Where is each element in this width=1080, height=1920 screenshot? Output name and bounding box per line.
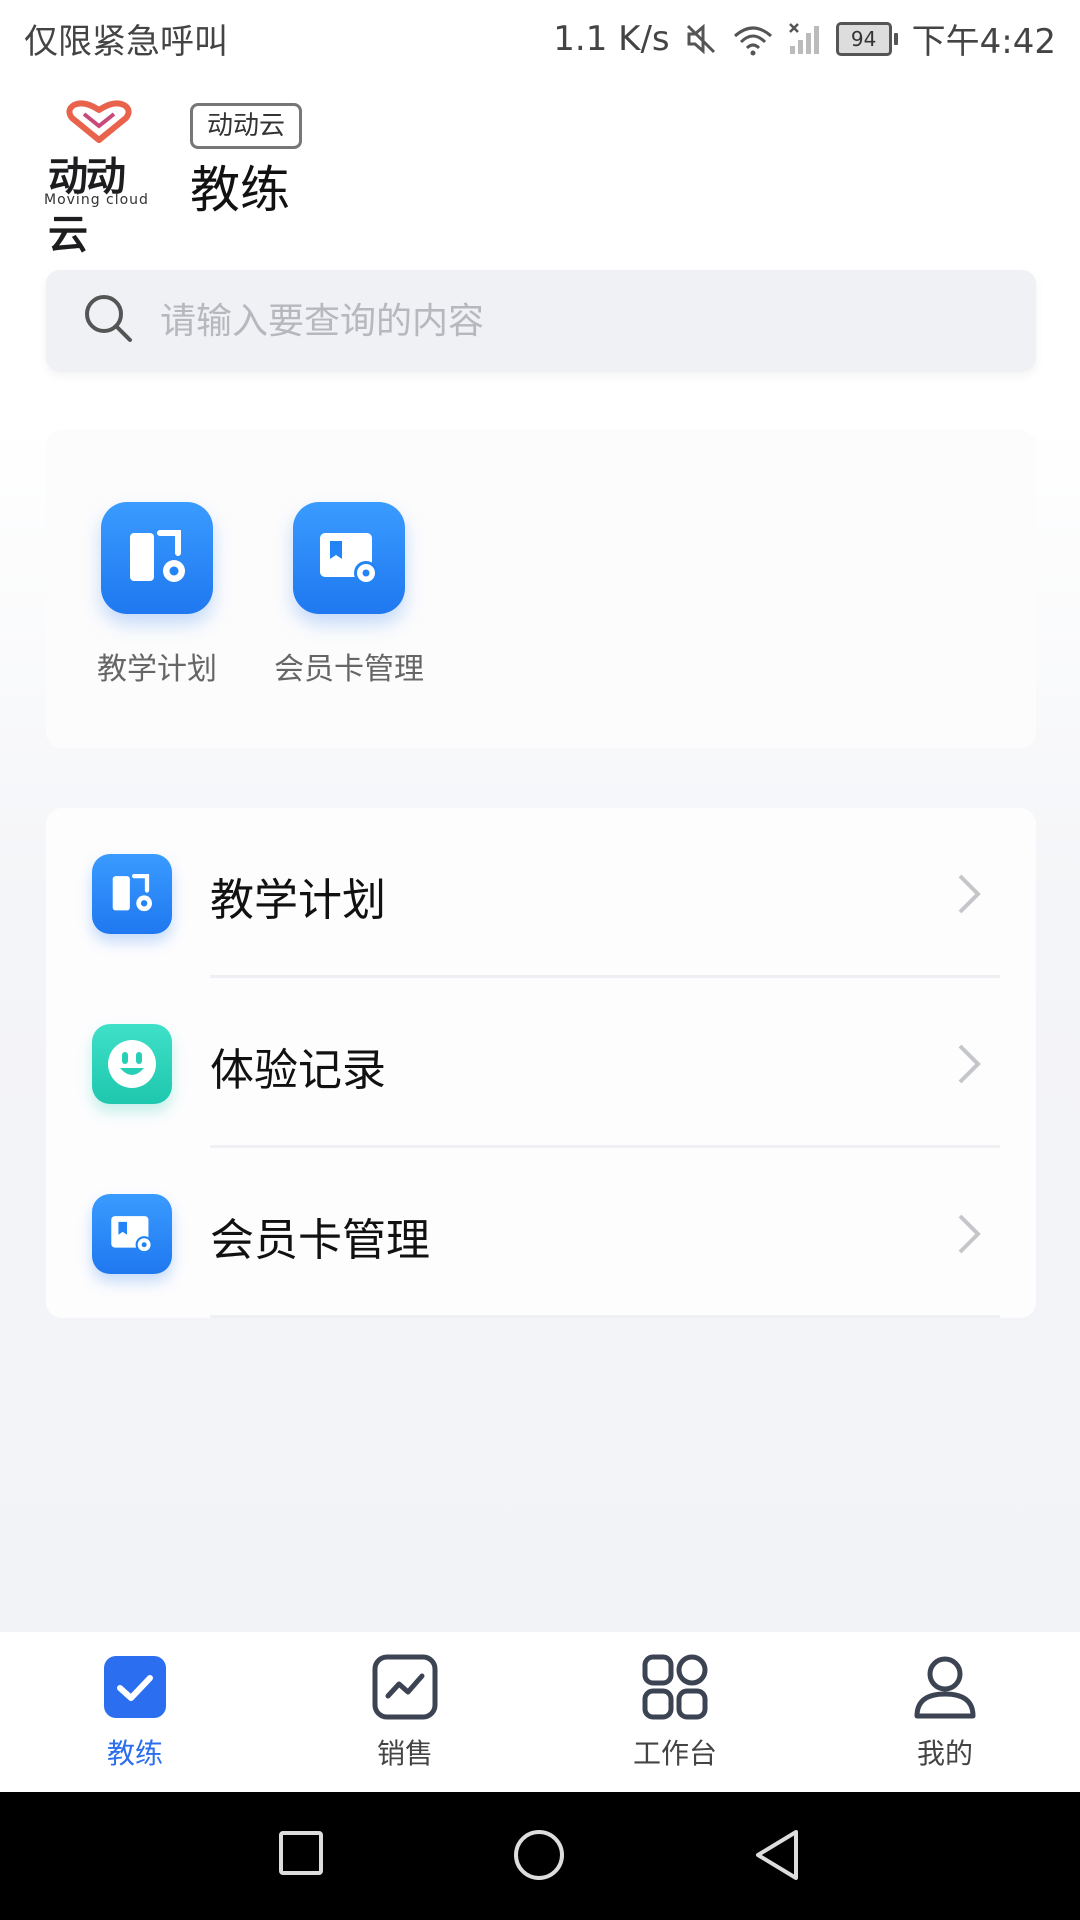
- chevron-right-icon: [954, 872, 984, 920]
- heart-logo-icon: [66, 100, 132, 143]
- user-icon: [912, 1654, 978, 1724]
- nav-tab-workbench[interactable]: 工作台: [540, 1632, 810, 1792]
- list-item-trial-records[interactable]: 体验记录: [46, 978, 1036, 1148]
- home-button[interactable]: [512, 1828, 566, 1886]
- nav-tab-label: 销售: [376, 1737, 433, 1770]
- nav-tab-label: 工作台: [632, 1737, 717, 1770]
- page-title: 教练: [190, 161, 290, 219]
- list-item-membership-card[interactable]: 会员卡管理: [46, 1148, 1036, 1318]
- signal-icon: [788, 22, 822, 56]
- list-item-teaching-plan[interactable]: 教学计划: [46, 808, 1036, 978]
- wifi-icon: [732, 22, 774, 56]
- status-bar: 仅限紧急呼叫 1.1 K/s 94 下午4:42: [0, 0, 1080, 76]
- nav-tab-label: 教练: [106, 1737, 163, 1770]
- network-speed: 1.1 K/s: [553, 18, 670, 59]
- list-item-label: 体验记录: [210, 1045, 386, 1096]
- battery-icon: 94: [835, 21, 898, 56]
- quick-access-card: 教学计划 会员卡管理: [46, 430, 1036, 748]
- quick-item-label: 教学计划: [97, 652, 217, 687]
- chevron-right-icon: [954, 1042, 984, 1090]
- smile-face-icon: [92, 1024, 172, 1104]
- nav-tab-label: 我的: [916, 1737, 973, 1770]
- grid-apps-icon: [642, 1654, 708, 1724]
- carrier-text: 仅限紧急呼叫: [24, 22, 228, 62]
- membership-card-icon: [92, 1194, 172, 1274]
- search-input[interactable]: [158, 299, 962, 343]
- brand-badge: 动动云: [190, 103, 303, 149]
- menu-list-card: 教学计划 体验记录 会员卡管理: [46, 808, 1036, 1318]
- teaching-plan-icon: [101, 502, 213, 614]
- quick-item-membership-card[interactable]: 会员卡管理: [264, 502, 434, 688]
- check-square-icon: [102, 1654, 168, 1724]
- battery-level: 94: [835, 21, 892, 56]
- mute-icon: [684, 22, 718, 56]
- membership-card-icon: [293, 502, 405, 614]
- quick-item-label: 会员卡管理: [274, 652, 424, 687]
- teaching-plan-icon: [92, 854, 172, 934]
- clock: 下午4:42: [911, 22, 1056, 62]
- back-button[interactable]: [752, 1828, 802, 1886]
- logo-subtext: Moving cloud: [44, 192, 149, 208]
- nav-tab-mine[interactable]: 我的: [810, 1632, 1080, 1792]
- nav-tab-sales[interactable]: 销售: [270, 1632, 540, 1792]
- chevron-right-icon: [954, 1212, 984, 1260]
- status-icons: 1.1 K/s 94 下午4:42: [553, 14, 1056, 63]
- recent-apps-button[interactable]: [276, 1828, 326, 1882]
- list-item-label: 会员卡管理: [210, 1215, 430, 1266]
- system-nav-bar: [0, 1792, 1080, 1920]
- bottom-nav: 教练 销售 工作台 我的: [0, 1632, 1080, 1792]
- nav-tab-coach[interactable]: 教练: [0, 1632, 270, 1792]
- quick-item-teaching-plan[interactable]: 教学计划: [72, 502, 242, 688]
- list-item-label: 教学计划: [210, 875, 386, 926]
- search-bar[interactable]: [46, 270, 1036, 372]
- app-logo: 动动云 Moving cloud: [44, 100, 160, 258]
- divider: [210, 1315, 1000, 1318]
- search-icon: [82, 292, 136, 350]
- chart-line-icon: [372, 1654, 438, 1724]
